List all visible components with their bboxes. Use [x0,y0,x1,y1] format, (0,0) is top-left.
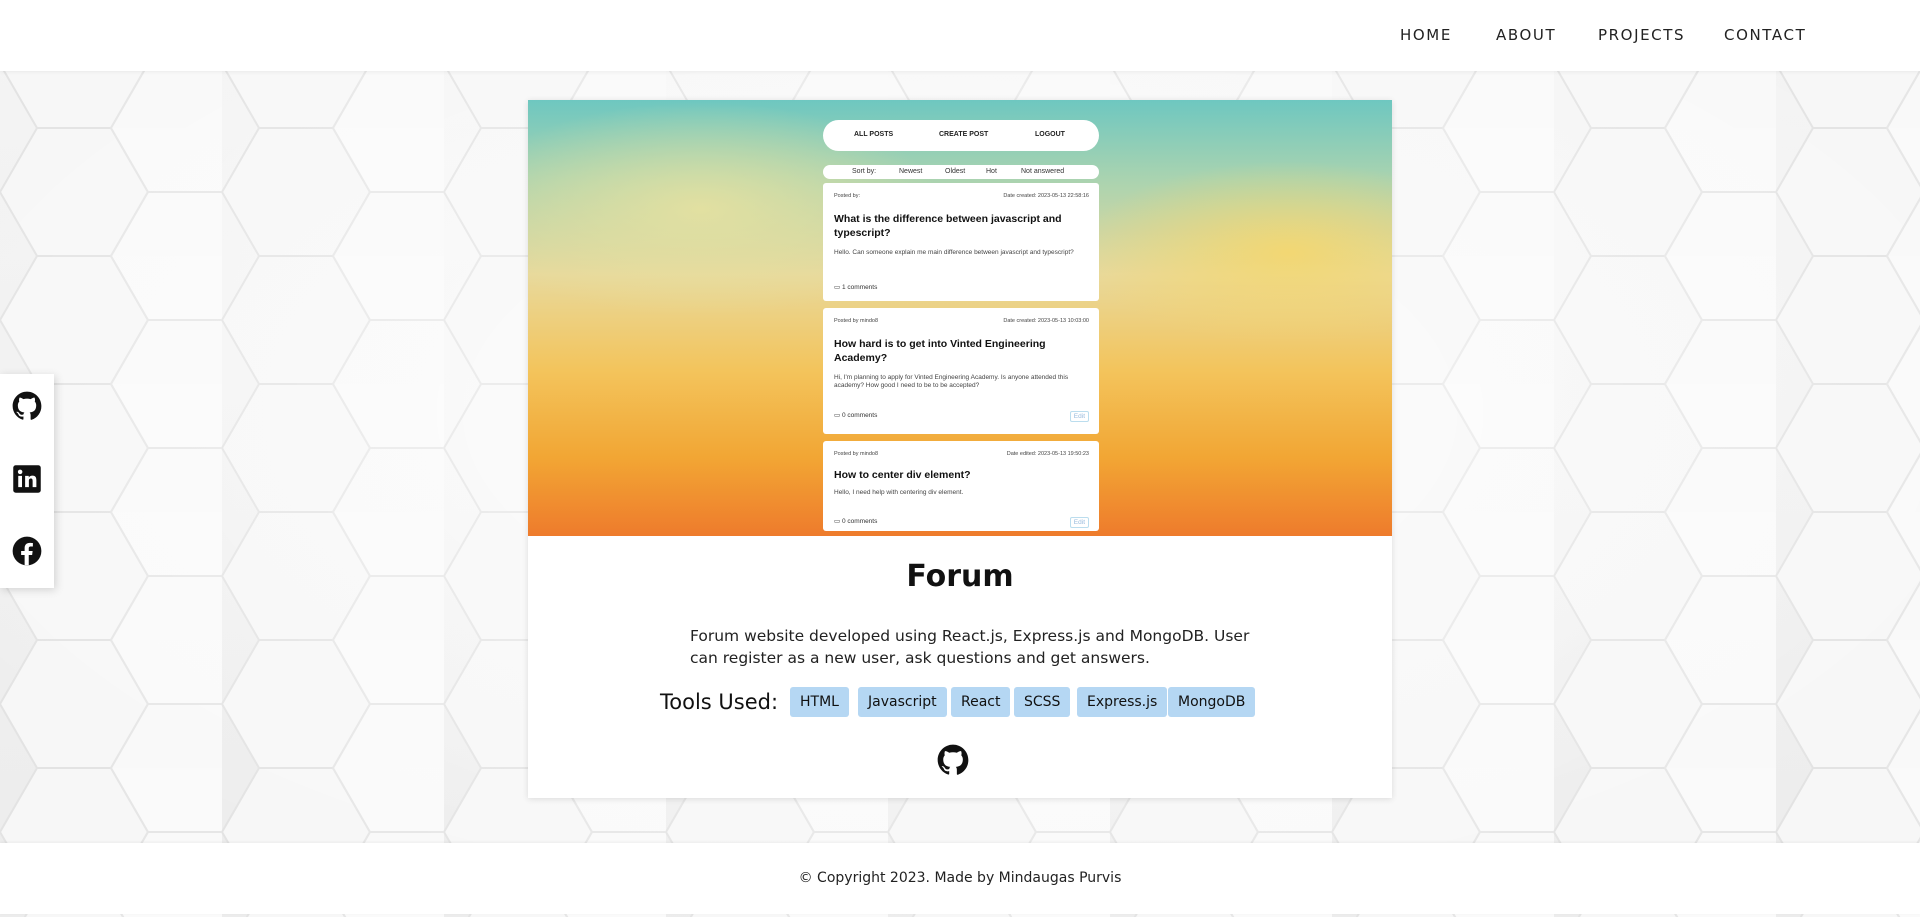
facebook-icon[interactable] [12,536,42,566]
preview-sort-label: Sort by: [852,168,877,175]
tool-tag-javascript: Javascript [858,687,947,717]
preview-post: Posted by: Date created: 2023-05-13 22:5… [823,183,1099,301]
github-icon[interactable] [12,391,42,421]
preview-sort-option: Not answered [1021,168,1065,175]
tool-tag-html: HTML [790,687,849,717]
preview-post-author: Posted by mindo8 [834,318,879,324]
preview-post-title: How to center div element? [834,469,971,481]
preview-post-date: Date edited: 2023-05-13 19:50:23 [1006,451,1089,457]
nav-projects-link[interactable]: PROJECTS [1598,26,1685,44]
preview-post: Posted by mindo8 Date edited: 2023-05-13… [823,441,1099,531]
tools-used-label: Tools Used: [660,690,779,714]
project-title: Forum [906,559,1014,594]
preview-sort-option: Newest [899,168,923,175]
nav-home-link[interactable]: HOME [1400,26,1452,44]
copyright-text: © Copyright 2023. Made by Mindaugas Purv… [798,870,1122,886]
preview-post-author: Posted by mindo8 [834,451,879,457]
tool-tag-mongodb: MongoDB [1168,687,1256,717]
tool-tag-react: React [951,687,1011,717]
preview-post-comments: ▭ 0 comments [834,518,878,525]
preview-post-title: How hard is to get into Vinted Engineeri… [834,338,1046,364]
preview-nav-item: LOGOUT [1035,131,1065,138]
footer: © Copyright 2023. Made by Mindaugas Purv… [0,843,1920,914]
preview-sort-option: Hot [986,168,997,175]
preview-post-title: What is the difference between javascrip… [834,213,1062,239]
preview-post-author: Posted by: [834,193,860,199]
preview-edit-button: Edit [1069,411,1089,422]
preview-post-body: Hi, I'm planning to apply for Vinted Eng… [834,374,1069,389]
project-preview-image: ALL POSTS CREATE POST LOGOUT Sort by: Ne… [528,100,1392,536]
tool-tag-scss: SCSS [1014,687,1071,717]
project-description: Forum website developed using React.js, … [690,627,1250,667]
preview-nav-item: ALL POSTS [854,131,894,138]
preview-nav-item: CREATE POST [939,131,989,138]
preview-nav-bar: ALL POSTS CREATE POST LOGOUT [823,120,1099,151]
nav-about-link[interactable]: ABOUT [1496,26,1556,44]
social-sidebar [0,374,54,588]
nav-contact-link[interactable]: CONTACT [1724,26,1806,44]
preview-post-comments: ▭ 0 comments [834,412,878,419]
preview-post-body: Hello. Can someone explain me main diffe… [834,249,1074,256]
linkedin-icon[interactable] [12,464,42,494]
preview-post-body: Hello, I need help with centering div el… [834,489,964,496]
preview-post-date: Date created: 2023-05-13 10:03:00 [1003,318,1089,324]
preview-screenshot: ALL POSTS CREATE POST LOGOUT Sort by: Ne… [823,120,1099,536]
preview-sort-option: Oldest [945,168,966,175]
preview-post-date: Date created: 2023-05-13 22:58:16 [1003,193,1089,199]
preview-post: Posted by mindo8 Date created: 2023-05-1… [823,308,1099,434]
tool-tag-expressjs: Express.js [1077,687,1168,717]
preview-edit-button: Edit [1069,517,1089,528]
preview-sort-bar: Sort by: Newest Oldest Hot Not answered [823,165,1099,179]
preview-post-comments: ▭ 1 comments [834,284,878,291]
project-card: ALL POSTS CREATE POST LOGOUT Sort by: Ne… [528,100,1392,798]
github-icon[interactable] [937,744,969,776]
top-navbar: HOME ABOUT PROJECTS CONTACT [0,0,1920,71]
